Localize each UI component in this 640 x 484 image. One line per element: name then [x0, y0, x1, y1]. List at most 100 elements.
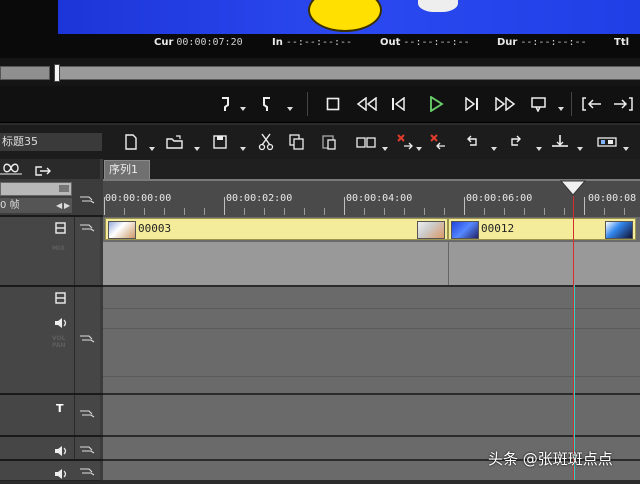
- audio-mute-button[interactable]: [54, 314, 68, 328]
- step-forward-button[interactable]: [461, 93, 483, 115]
- ruler-minor-tick: [264, 208, 265, 215]
- redo-button[interactable]: [507, 131, 525, 153]
- video-track-2-lane[interactable]: [103, 287, 640, 393]
- title-track-icon: T: [56, 402, 64, 415]
- sequence-tab[interactable]: 序列1: [104, 160, 150, 179]
- speaker-icon: [55, 318, 67, 328]
- track-link-icon: [80, 224, 95, 232]
- paste-button[interactable]: [320, 131, 338, 153]
- track-link-button[interactable]: [78, 331, 96, 345]
- mark-out-button[interactable]: [256, 93, 278, 115]
- ruler-major-tick: [464, 197, 465, 215]
- audio-mute-button[interactable]: [54, 465, 68, 479]
- sync-button[interactable]: [34, 162, 52, 176]
- cur-timecode: Cur 00:00:07:20: [154, 37, 243, 48]
- group-button[interactable]: [355, 131, 377, 153]
- mark-in-button[interactable]: [214, 93, 236, 115]
- audio-mute-button[interactable]: [54, 442, 68, 456]
- clip-thumbnail: [108, 221, 136, 239]
- track-link-icon: [80, 410, 95, 418]
- ruler-minor-tick: [604, 208, 605, 215]
- mixer-button[interactable]: [596, 131, 618, 153]
- clip-thumbnail: [417, 221, 445, 239]
- mixer-icon: [597, 137, 617, 147]
- project-title: 标题35: [0, 133, 102, 151]
- position-slider[interactable]: [56, 66, 640, 80]
- ruler-minor-tick: [404, 208, 405, 215]
- ruler-minor-tick: [504, 208, 505, 215]
- dur-timecode: Dur --:--:--:--: [497, 37, 587, 48]
- track-link-icon: [80, 196, 95, 204]
- ruler-major-tick: [584, 197, 585, 215]
- save-dropdown[interactable]: [239, 146, 247, 152]
- split-dropdown[interactable]: [576, 146, 584, 152]
- timeline-clip[interactable]: 00003: [105, 218, 448, 240]
- frame-scale-select[interactable]: 0 帧 ◀ ▶: [0, 198, 72, 213]
- track-link-button[interactable]: [78, 464, 96, 478]
- track-link-button[interactable]: [78, 406, 96, 420]
- step-back-icon: [392, 97, 405, 111]
- timeline-clip[interactable]: 00012: [448, 218, 636, 240]
- ruler-minor-tick: [524, 208, 525, 215]
- undo-dropdown[interactable]: [490, 146, 498, 152]
- redo-dropdown[interactable]: [535, 146, 543, 152]
- ruler-label: 00:00:04:00: [346, 193, 413, 204]
- open-icon: [166, 135, 183, 149]
- goto-in-button[interactable]: [579, 93, 605, 115]
- mark-out-dropdown[interactable]: [286, 106, 294, 112]
- ruler-minor-tick: [364, 208, 365, 215]
- ruler-minor-tick: [164, 208, 165, 215]
- open-dropdown[interactable]: [193, 146, 201, 152]
- mark-in-dropdown[interactable]: [239, 106, 247, 112]
- ruler-link-button[interactable]: [78, 192, 96, 206]
- undo-button[interactable]: [463, 131, 481, 153]
- step-back-button[interactable]: [387, 93, 409, 115]
- scrub-mini-bar[interactable]: [0, 66, 50, 80]
- mix-label: MIX: [52, 245, 65, 252]
- delete-dropdown[interactable]: [415, 146, 423, 152]
- rewind-button[interactable]: [354, 93, 380, 115]
- link-mode-button[interactable]: [0, 160, 22, 176]
- track-link-button[interactable]: [78, 442, 96, 456]
- delete-button[interactable]: [394, 131, 416, 153]
- fast-forward-button[interactable]: [492, 93, 518, 115]
- cut-button[interactable]: [257, 131, 275, 153]
- ruler-label: 00:00:00:00: [105, 193, 172, 204]
- output-dropdown[interactable]: [557, 106, 565, 112]
- open-button[interactable]: [166, 131, 184, 153]
- vol-label: VOL: [52, 335, 66, 342]
- ruler-minor-tick: [184, 208, 185, 215]
- save-button[interactable]: [211, 131, 229, 153]
- audio-sub-lane[interactable]: [103, 242, 640, 285]
- ripple-delete-icon: [430, 134, 445, 150]
- ruler-label: 00:00:08: [588, 193, 637, 204]
- new-button[interactable]: [122, 131, 140, 153]
- track-visibility-toggle[interactable]: [54, 290, 68, 304]
- ruler-minor-tick: [244, 208, 245, 215]
- goto-out-button[interactable]: [610, 93, 636, 115]
- title-track-lane[interactable]: [103, 395, 640, 435]
- ruler-minor-tick: [484, 208, 485, 215]
- delete-icon: [397, 134, 413, 150]
- copy-button[interactable]: [288, 131, 306, 153]
- mixer-dropdown[interactable]: [622, 146, 630, 152]
- track-link-icon: [80, 335, 95, 343]
- play-button[interactable]: [425, 93, 447, 115]
- zoom-bar[interactable]: [0, 182, 72, 196]
- track-visibility-toggle[interactable]: [54, 220, 68, 234]
- split-button[interactable]: [549, 131, 571, 153]
- speaker-icon: [55, 446, 67, 456]
- playhead-triangle-icon: [559, 180, 587, 196]
- track-link-button[interactable]: [78, 220, 96, 234]
- stop-button[interactable]: [322, 93, 344, 115]
- new-dropdown[interactable]: [148, 146, 156, 152]
- output-button[interactable]: [528, 93, 550, 115]
- group-dropdown[interactable]: [381, 146, 389, 152]
- ripple-delete-button[interactable]: [427, 131, 449, 153]
- output-icon: [531, 97, 546, 112]
- fast-forward-icon: [495, 97, 516, 111]
- group-icon: [356, 137, 376, 148]
- sequence-tab-bar: [103, 159, 640, 179]
- playhead-marker[interactable]: [559, 180, 587, 196]
- position-slider-handle[interactable]: [54, 64, 60, 82]
